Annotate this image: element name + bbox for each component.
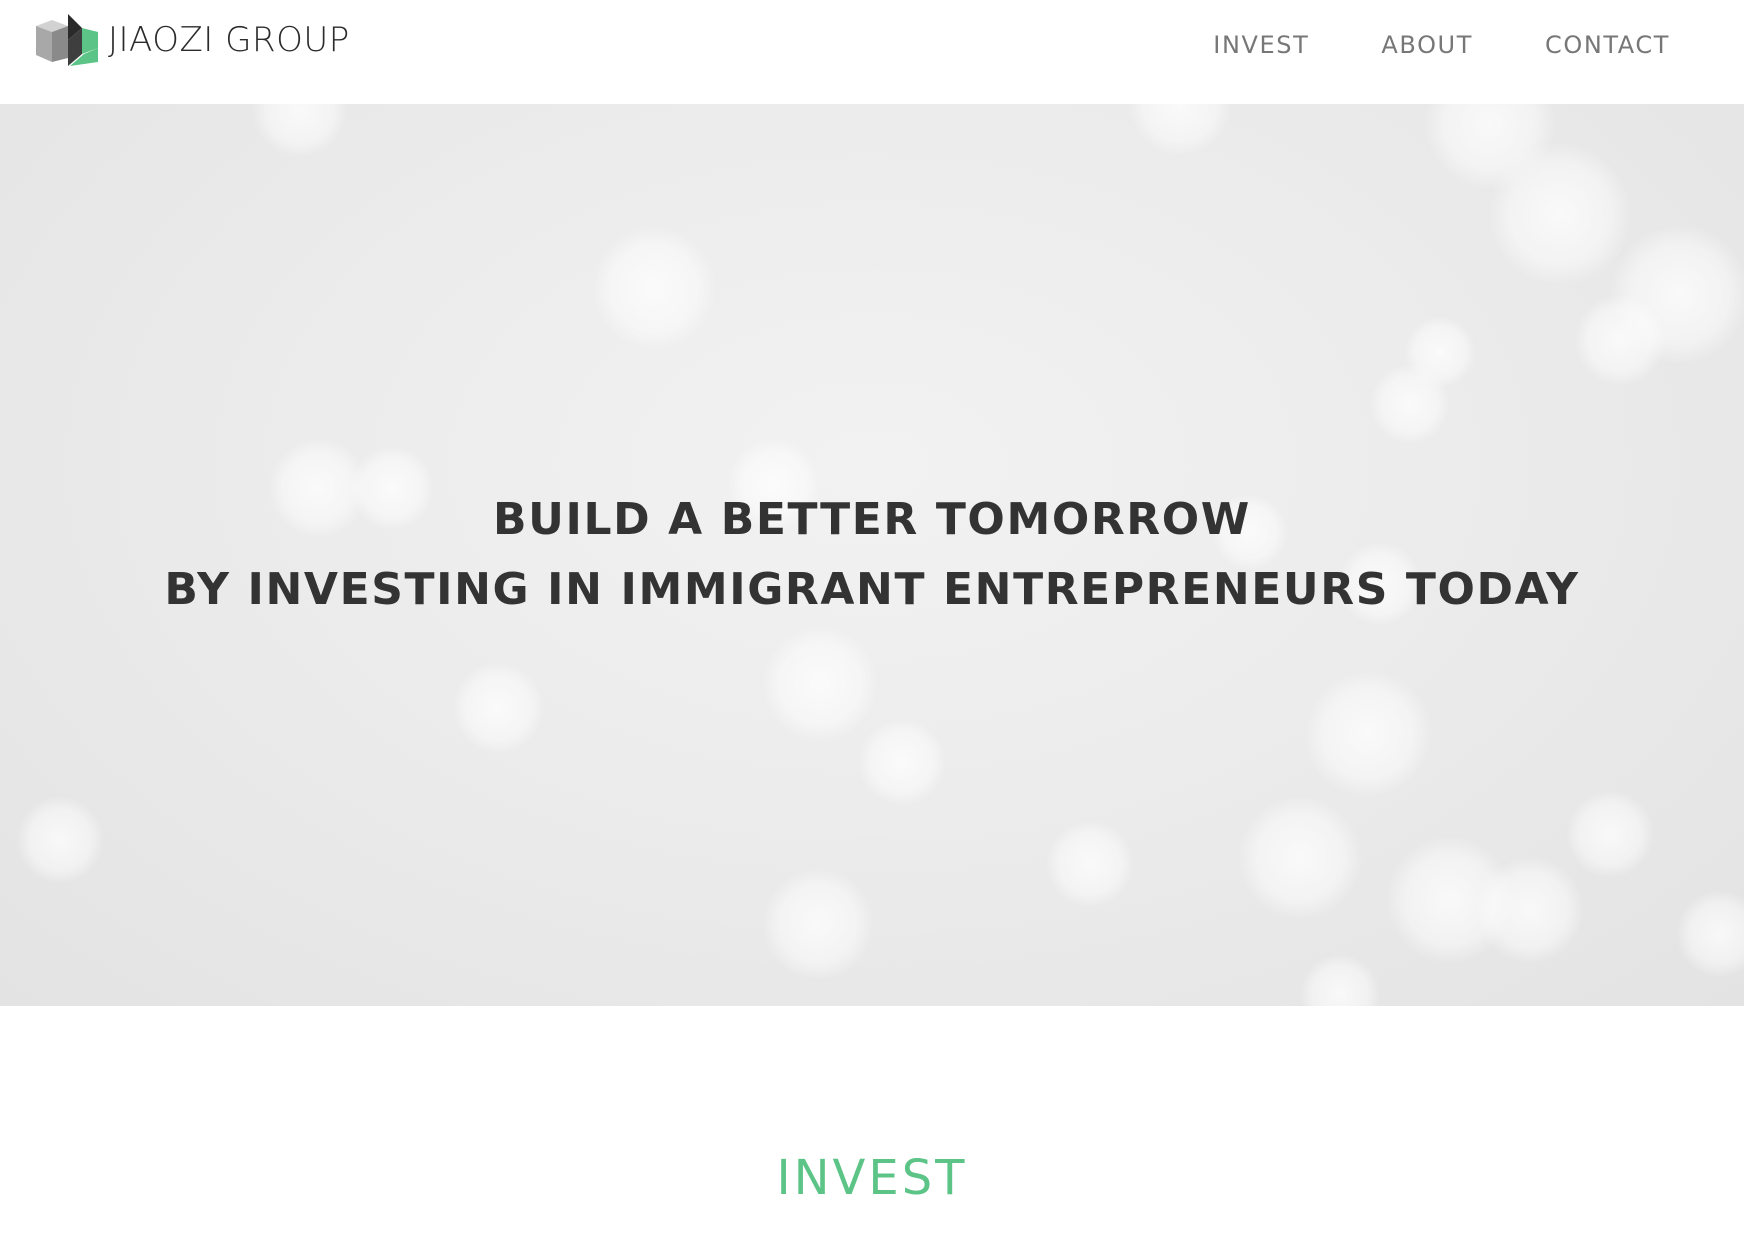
bokeh-background-image [16,104,1744,1006]
main-nav: INVEST ABOUT CONTACT [1213,28,1670,62]
hero-banner: BUILD A BETTER TOMORROW BY INVESTING IN … [0,104,1744,1006]
hero-headline-line-1: BUILD A BETTER TOMORROW [493,494,1251,545]
site-header: JIAOZI GROUP INVEST ABOUT CONTACT [0,0,1744,104]
nav-contact-link[interactable]: CONTACT [1545,28,1670,62]
brand-name: JIAOZI GROUP [108,20,350,60]
cube-logo-icon [36,14,98,66]
hero-headline-line-2: BY INVESTING IN IMMIGRANT ENTREPRENEURS … [164,564,1580,615]
nav-about-link[interactable]: ABOUT [1381,28,1473,62]
nav-invest-link[interactable]: INVEST [1213,28,1309,62]
logo-link[interactable]: JIAOZI GROUP [36,14,350,66]
invest-section-heading: INVEST [776,1150,968,1206]
invest-section: INVEST [0,1006,1744,1246]
